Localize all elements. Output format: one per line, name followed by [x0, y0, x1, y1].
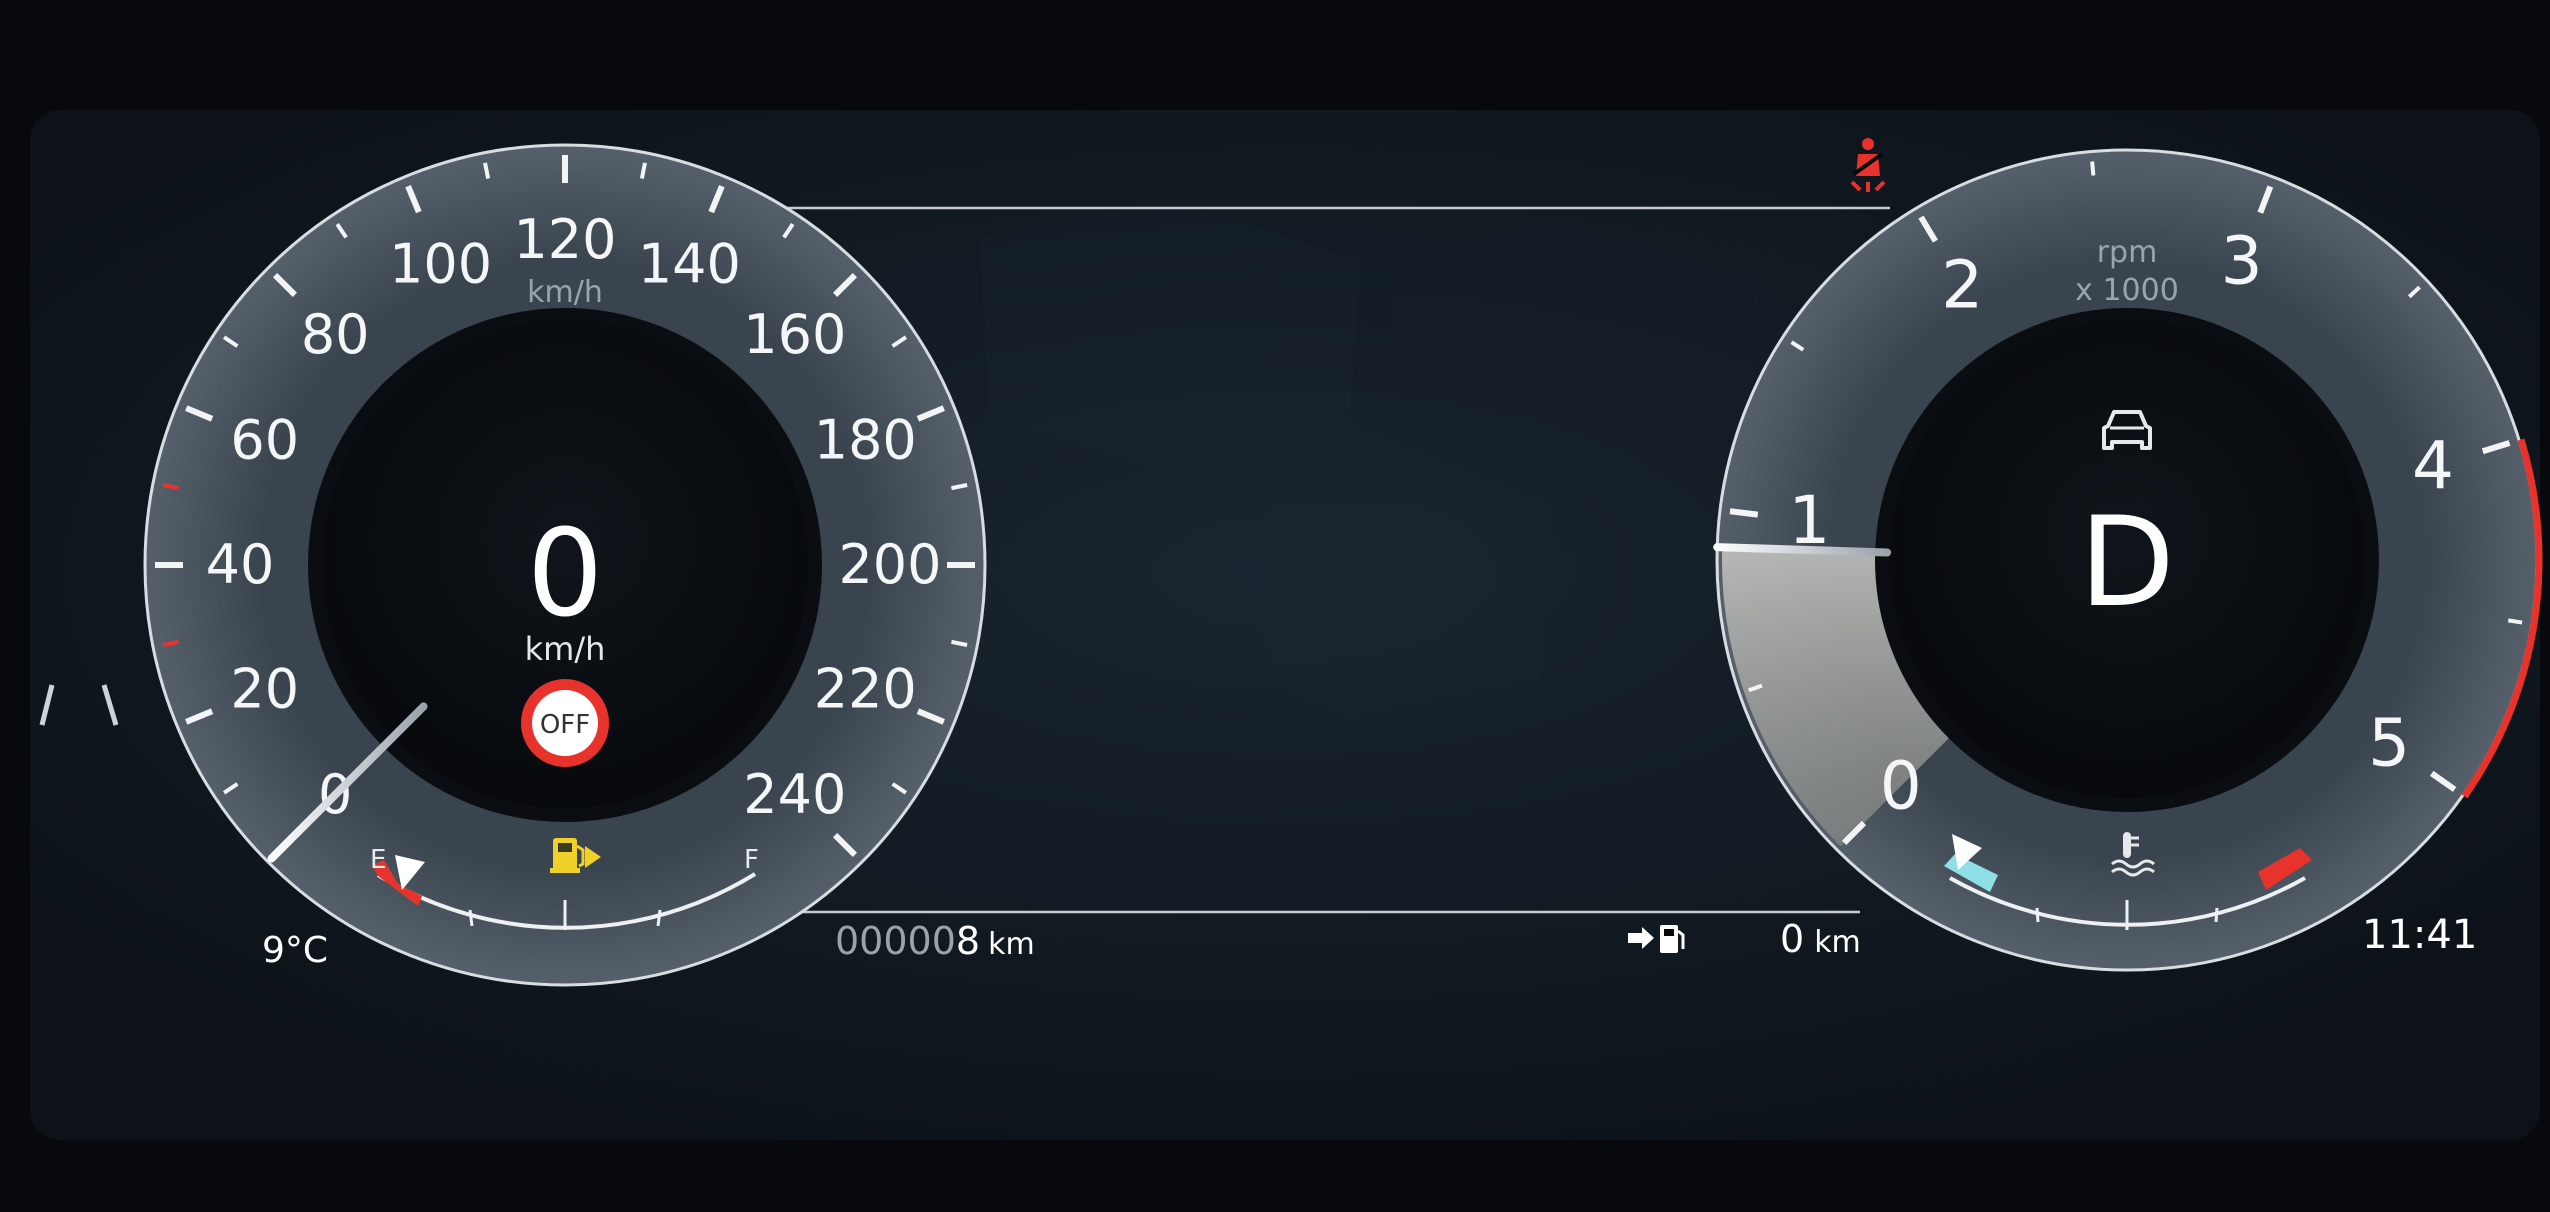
speed-scale-label: 240 — [743, 763, 846, 826]
rpm-scale-label: 2 — [1941, 247, 1983, 324]
tachometer-multiplier-label: x 1000 — [2075, 273, 2179, 308]
speed-scale-label: 60 — [230, 409, 299, 472]
odometer-significant-digits: 8 — [956, 919, 980, 963]
speed-scale-label: 80 — [301, 303, 370, 366]
speedometer-unit-label: km/h — [527, 275, 603, 310]
tachometer: 012 345 rpm x 1000 D — [1713, 148, 2543, 972]
rpm-tick — [2507, 618, 2523, 625]
rpm-scale-label: 3 — [2221, 222, 2263, 299]
fuel-empty-label: E — [370, 845, 386, 875]
speed-scale-label: 220 — [814, 657, 917, 720]
speed-limiter-status: OFF — [540, 710, 590, 740]
speed-scale-label: 160 — [743, 303, 846, 366]
odometer-unit: km — [988, 927, 1035, 962]
rpm-scale-label: 0 — [1880, 747, 1922, 824]
coolant-gauge-tick — [2035, 907, 2040, 923]
tachometer-needle — [1713, 543, 1892, 557]
speed-limiter-badge: OFF — [521, 679, 609, 767]
rpm-tick — [2090, 161, 2096, 176]
speedometer: 0 20 40 6080 100 120 140160 180 200 220 240 km/h E… — [143, 143, 987, 987]
instrument-cluster: 020406080100120140160180200220240 km/h E… — [30, 110, 2543, 1140]
rpm-scale-label: 4 — [2412, 427, 2454, 504]
rpm-scale-label: 5 — [2368, 705, 2410, 782]
speed-scale-label: 100 — [389, 233, 492, 296]
fuel-gauge-tick — [468, 909, 474, 927]
fuel-range-unit: km — [1814, 925, 1861, 960]
speed-scale-label: 140 — [638, 233, 741, 296]
fuel-gauge-tick — [656, 909, 662, 927]
fuel-full-label: F — [744, 845, 759, 875]
speed-scale-label: 40 — [206, 533, 275, 596]
fuel-range-value: 0 — [1780, 917, 1804, 961]
speed-scale-label: 120 — [513, 208, 616, 271]
tachometer-unit-label: rpm — [2097, 235, 2158, 270]
digital-speed-unit: km/h — [525, 630, 606, 668]
speed-scale-label: 200 — [838, 533, 941, 596]
odometer-leading-digits: 00000 — [835, 919, 956, 963]
rpm-tick — [1729, 508, 1759, 518]
digital-speed: 0 — [527, 505, 603, 644]
clock: 11:41 — [2362, 912, 2477, 958]
speed-scale-label: 180 — [814, 409, 917, 472]
coolant-gauge-tick — [2214, 907, 2219, 923]
outside-temperature: 9°C — [262, 930, 328, 971]
speed-scale-label: 20 — [230, 657, 299, 720]
gear-indicator: D — [2079, 491, 2174, 635]
